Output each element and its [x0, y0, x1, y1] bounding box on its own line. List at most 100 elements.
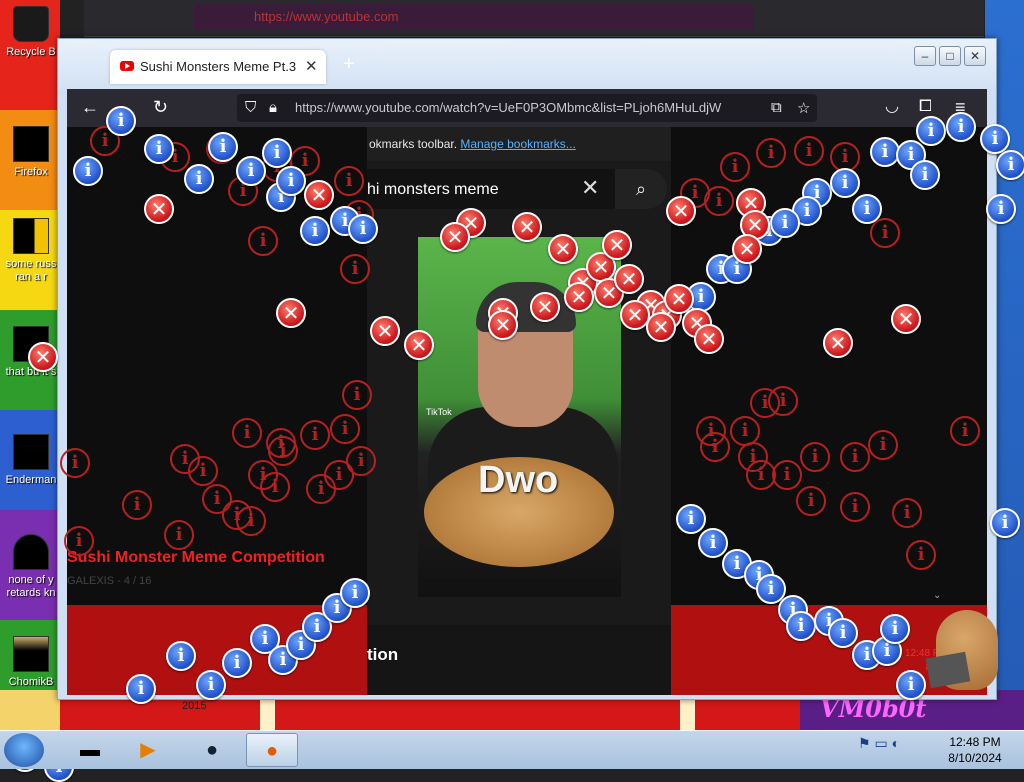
info-icon: i — [880, 614, 910, 644]
application-icon — [13, 434, 49, 470]
info-icon: i — [262, 138, 292, 168]
navigation-toolbar: ← → ↻ ⛉ 🔒︎ https://www.youtube.com/watch… — [67, 89, 987, 127]
playlist-title[interactable]: Sushi Monster Meme Competition — [67, 549, 325, 567]
error-icon: ✕ — [646, 312, 676, 342]
info-icon: i — [828, 618, 858, 648]
ghost-info-icon: i — [704, 186, 734, 216]
volume-icon[interactable]: ◐ — [892, 735, 900, 751]
info-icon: i — [276, 166, 306, 196]
ghost-info-icon: i — [950, 416, 980, 446]
desktop-icon-label: ChomikB — [8, 676, 54, 688]
taskbar-item-media-player[interactable]: ▶ — [122, 733, 174, 767]
firefox-icon — [13, 126, 49, 162]
info-icon: i — [946, 112, 976, 142]
desktop-icon-enderman[interactable]: Enderman — [2, 434, 60, 487]
desktop-icon-recycle-bin[interactable]: Recycle B — [2, 6, 60, 59]
info-icon: i — [990, 508, 1020, 538]
taskbar-clock[interactable]: 12:48 PM 8/10/2024 — [930, 734, 1020, 766]
pocket-icon[interactable]: ◡ — [885, 98, 899, 116]
clock-date: 8/10/2024 — [948, 751, 1002, 765]
ghost-info-icon: i — [342, 380, 372, 410]
info-icon: i — [196, 670, 226, 700]
ghost-info-icon: i — [340, 254, 370, 284]
reload-icon[interactable]: ↻ — [153, 98, 168, 116]
error-icon: ✕ — [404, 330, 434, 360]
error-icon: ✕ — [694, 324, 724, 354]
search-icon[interactable]: ⌕ — [615, 169, 667, 209]
info-icon: i — [236, 156, 266, 186]
start-button[interactable] — [4, 733, 44, 767]
desktop-icon-label-line2: ran a r — [15, 271, 47, 283]
tab-sushi-monsters[interactable]: Sushi Monsters Meme Pt.3 - Yo ✕ — [110, 50, 326, 84]
info-icon: i — [986, 194, 1016, 224]
address-bar[interactable]: ⛉ 🔒︎ https://www.youtube.com/watch?v=UeF… — [237, 94, 817, 122]
error-icon: ✕ — [823, 328, 853, 358]
file-icon — [13, 534, 49, 570]
network-icon[interactable]: ▭ — [874, 735, 887, 751]
info-icon: i — [208, 132, 238, 162]
ghost-info-icon: i — [794, 136, 824, 166]
flag-icon[interactable]: ⚑ — [858, 735, 871, 751]
bookmarks-bar-text: okmarks toolbar. — [369, 137, 458, 151]
center-panel: okmarks toolbar. Manage bookmarks... hi … — [367, 127, 673, 695]
error-icon: ✕ — [602, 230, 632, 260]
tab-strip: Sushi Monsters Meme Pt.3 - Yo ✕ + –□✕ — [58, 39, 996, 89]
error-icon: ✕ — [440, 222, 470, 252]
info-icon: i — [184, 164, 214, 194]
info-icon: i — [222, 648, 252, 678]
youtube-favicon-icon — [120, 61, 134, 71]
ghost-info-icon: i — [840, 442, 870, 472]
manage-bookmarks-link[interactable]: Manage bookmarks... — [460, 137, 575, 151]
desktop-icon-label: some russ — [5, 258, 57, 270]
extensions-icon[interactable]: ⧠ — [919, 98, 932, 116]
desktop-icon-chomik[interactable]: ChomikB — [2, 636, 60, 689]
error-icon: ✕ — [891, 304, 921, 334]
taskbar-item-firefox[interactable]: ● — [246, 733, 298, 767]
minimize-button[interactable]: – — [914, 46, 936, 66]
ghost-info-icon: i — [840, 492, 870, 522]
maximize-button[interactable]: □ — [939, 46, 961, 66]
ghost-info-icon: i — [800, 442, 830, 472]
ghost-info-icon: i — [720, 152, 750, 182]
ghost-info-icon: i — [64, 526, 94, 556]
below-video-text: tion — [367, 645, 399, 664]
ghost-info-icon: i — [232, 418, 262, 448]
background-url-bar[interactable]: https://www.youtube.com — [194, 4, 754, 30]
picture-in-picture-icon[interactable]: ⧉ — [771, 99, 782, 116]
back-arrow-icon[interactable]: ← — [81, 98, 99, 116]
search-box[interactable]: hi monsters meme ✕ ⌕ — [367, 169, 667, 209]
ghost-info-icon: i — [868, 430, 898, 460]
desktop-icon-label: Firefox — [14, 166, 48, 178]
error-icon: ✕ — [530, 292, 560, 322]
taskbar-item-app[interactable]: ▬ — [64, 733, 116, 767]
ghost-info-icon: i — [60, 448, 90, 478]
shield-icon[interactable]: ⛉ — [245, 99, 256, 116]
taskbar-item-globe[interactable]: ● — [186, 733, 238, 767]
bookmark-star-icon[interactable]: ☆ — [797, 99, 810, 117]
clear-search-icon[interactable]: ✕ — [581, 175, 599, 201]
error-icon: ✕ — [276, 298, 306, 328]
desktop-icon-label: Enderman — [5, 474, 57, 486]
desktop-icon-none-of-y[interactable]: none of y retards kn — [2, 534, 60, 600]
desktop-icon-firefox[interactable]: Firefox — [2, 126, 60, 179]
new-tab-button[interactable]: + — [343, 53, 355, 76]
url-text[interactable]: https://www.youtube.com/watch?v=UeF0P3OM… — [295, 100, 755, 115]
ghost-info-icon: i — [330, 414, 360, 444]
lock-icon[interactable]: 🔒︎ — [269, 99, 277, 116]
tab-close-icon[interactable]: ✕ — [305, 57, 318, 75]
ghost-info-icon: i — [248, 226, 278, 256]
ghost-info-icon: i — [700, 432, 730, 462]
background-browser-window[interactable]: https://www.youtube.com — [84, 0, 984, 37]
info-icon: i — [126, 674, 156, 704]
info-icon: i — [830, 168, 860, 198]
error-icon: ✕ — [28, 342, 58, 372]
error-icon: ✕ — [370, 316, 400, 346]
ghost-info-icon: i — [188, 456, 218, 486]
search-input[interactable]: hi monsters meme — [367, 181, 499, 199]
video-overlay-text: Dwo — [478, 459, 559, 501]
ghost-info-icon: i — [266, 428, 296, 458]
error-icon: ✕ — [732, 234, 762, 264]
error-icon: ✕ — [548, 234, 578, 264]
close-button[interactable]: ✕ — [964, 46, 986, 66]
desktop-icon-some-russ[interactable]: some russ ran a r — [2, 218, 60, 284]
